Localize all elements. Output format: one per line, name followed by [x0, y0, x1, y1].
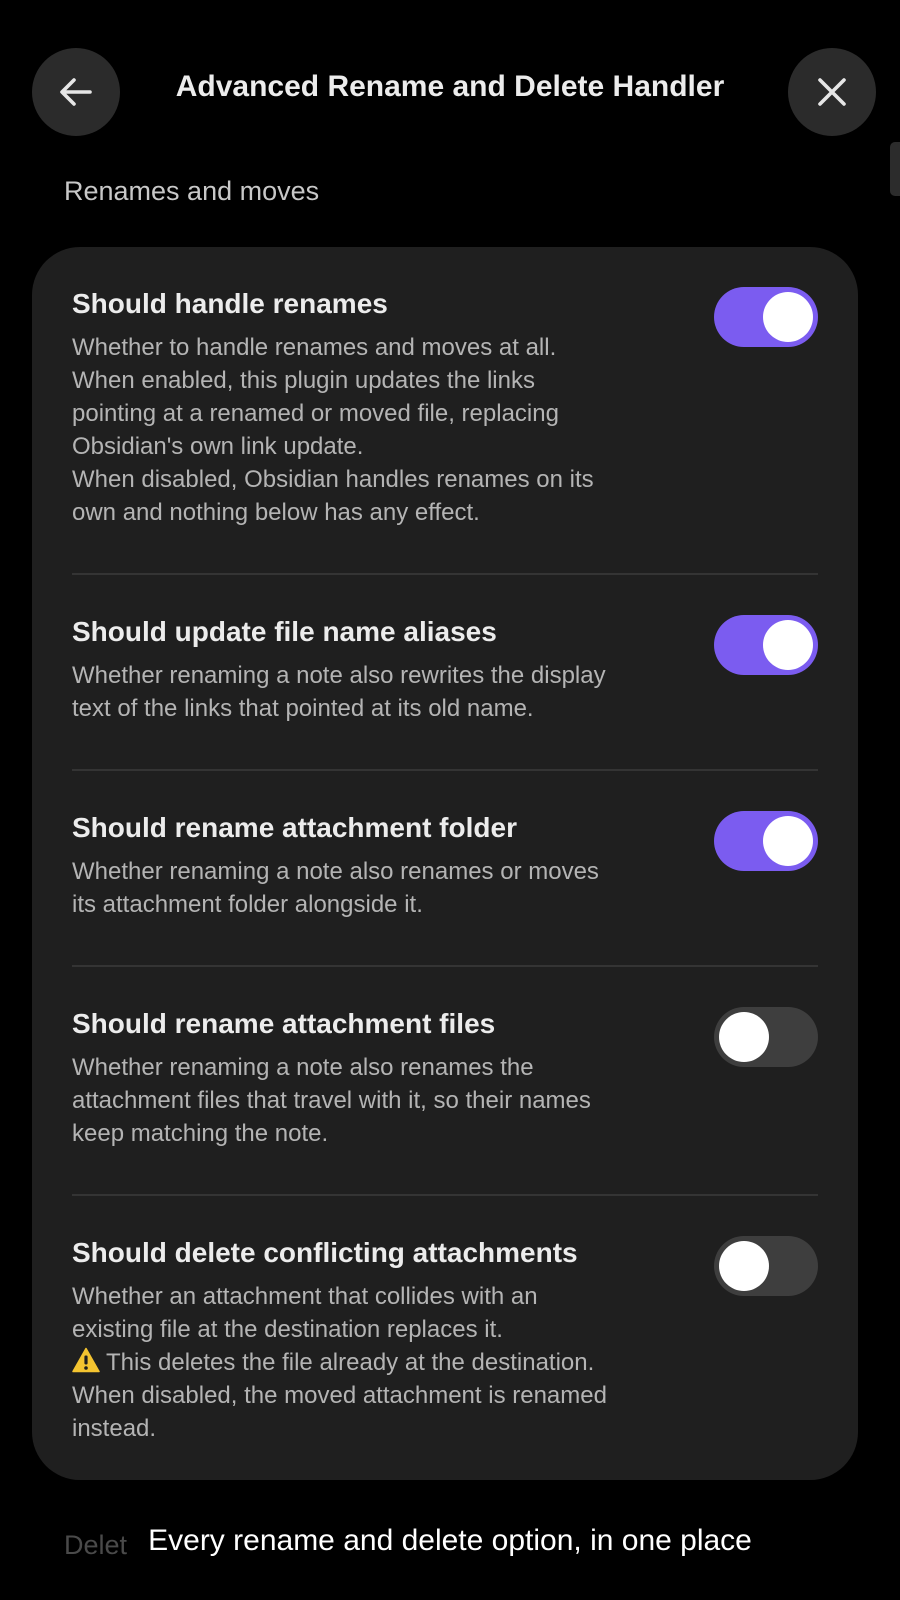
description-line: Whether an attachment that collides with…: [72, 1283, 538, 1310]
page-title: Advanced Rename and Delete Handler: [175, 70, 725, 103]
setting-update-aliases: Should update file name aliases Whether …: [72, 575, 818, 771]
description-line: Whether renaming a note also rewrites th…: [72, 662, 606, 689]
setting-name: Should rename attachment files: [72, 1008, 496, 1039]
setting-name: Should handle renames: [72, 288, 388, 319]
description-line: its attachment folder alongside it.: [72, 891, 423, 918]
toggle-knob: [719, 1012, 769, 1062]
setting-description: Whether renaming a note also renames the…: [72, 1051, 672, 1150]
close-icon: [818, 78, 846, 106]
description-line-warning: This deletes the file already at the des…: [72, 1346, 672, 1379]
description-line: own and nothing below has any effect.: [72, 499, 480, 526]
description-line: When disabled, Obsidian handles renames …: [72, 466, 594, 493]
setting-description: Whether renaming a note also rewrites th…: [72, 659, 672, 725]
toggle-knob: [763, 816, 813, 866]
settings-page: Advanced Rename and Delete Handler Renam…: [0, 0, 900, 1600]
caption-overlay: Every rename and delete option, in one p…: [148, 1524, 752, 1557]
description-line: keep matching the note.: [72, 1120, 329, 1147]
description-line: Whether renaming a note also renames or …: [72, 858, 599, 885]
toggle-knob: [719, 1241, 769, 1291]
settings-card: Should handle renames Whether to handle …: [32, 247, 858, 1480]
toggle-update-aliases[interactable]: [714, 615, 818, 675]
section-heading: Renames and moves: [64, 176, 320, 206]
setting-rename-attachment-folder: Should rename attachment folder Whether …: [72, 771, 818, 967]
setting-name: Should update file name aliases: [72, 616, 497, 647]
setting-description: Whether renaming a note also renames or …: [72, 855, 672, 921]
description-line: Whether renaming a note also renames the: [72, 1054, 534, 1081]
description-line: text of the links that pointed at its ol…: [72, 695, 534, 722]
toggle-knob: [763, 292, 813, 342]
setting-name: Should delete conflicting attachments: [72, 1237, 578, 1268]
setting-rename-attachment-files: Should rename attachment files Whether r…: [72, 967, 818, 1196]
warning-icon: [72, 1347, 100, 1373]
toggle-handle-renames[interactable]: [714, 287, 818, 347]
header: Advanced Rename and Delete Handler: [0, 0, 900, 196]
description-line: Whether to handle renames and moves at a…: [72, 334, 557, 361]
description-line: When disabled, the moved attachment is r…: [72, 1382, 607, 1409]
description-line: Obsidian's own link update.: [72, 433, 364, 460]
setting-name: Should rename attachment folder: [72, 812, 517, 843]
close-button[interactable]: [788, 48, 876, 136]
setting-description: Whether to handle renames and moves at a…: [72, 331, 672, 529]
setting-description: Whether an attachment that collides with…: [72, 1280, 672, 1445]
toggle-rename-attachment-folder[interactable]: [714, 811, 818, 871]
description-line: instead.: [72, 1415, 157, 1442]
setting-delete-conflicting-attachments: Should delete conflicting attachments Wh…: [72, 1196, 818, 1489]
description-line: attachment files that travel with it, so…: [72, 1087, 591, 1114]
setting-handle-renames: Should handle renames Whether to handle …: [72, 247, 818, 575]
description-line: existing file at the destination replace…: [72, 1316, 503, 1343]
toggle-delete-conflicting-attachments[interactable]: [714, 1236, 818, 1296]
description-line: When enabled, this plugin updates the li…: [72, 367, 535, 394]
arrow-left-icon: [60, 78, 92, 106]
toggle-knob: [763, 620, 813, 670]
toggle-rename-attachment-files[interactable]: [714, 1007, 818, 1067]
back-button[interactable]: [32, 48, 120, 136]
scrollbar-thumb[interactable]: [890, 142, 900, 196]
warning-text: This deletes the file already at the des…: [106, 1349, 595, 1376]
description-line: pointing at a renamed or moved file, rep…: [72, 400, 559, 427]
